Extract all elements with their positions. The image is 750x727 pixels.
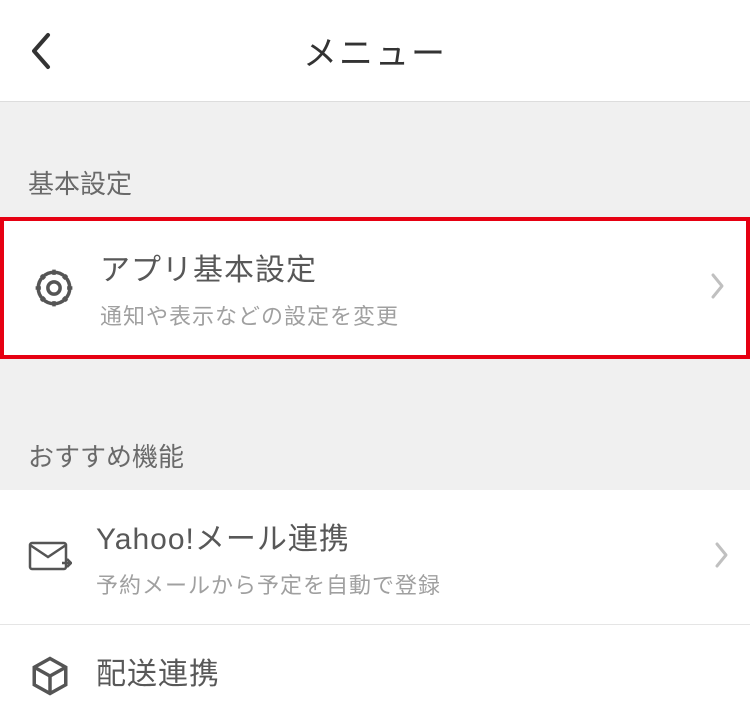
chevron-right-icon: [714, 541, 730, 574]
section-header-basic: 基本設定: [0, 102, 750, 217]
list-item-content: 配送連携: [96, 649, 730, 703]
page-title: メニュー: [0, 26, 750, 75]
package-icon: [28, 654, 72, 698]
list-item-content: アプリ基本設定 通知や表示などの設定を変更: [100, 245, 702, 331]
list-item-title: アプリ基本設定: [100, 245, 702, 289]
mail-icon: [28, 535, 72, 579]
section-header-recommended: おすすめ機能: [0, 359, 750, 490]
back-button[interactable]: [20, 31, 60, 71]
list-item-content: Yahoo!メール連携 予約メールから予定を自動で登録: [96, 514, 706, 600]
list-item-subtitle: 予約メールから予定を自動で登録: [96, 568, 706, 600]
chevron-left-icon: [28, 31, 52, 71]
gear-icon: [32, 266, 76, 310]
list-item-yahoo-mail[interactable]: Yahoo!メール連携 予約メールから予定を自動で登録: [0, 490, 750, 625]
list-item-title: Yahoo!メール連携: [96, 514, 706, 558]
list-item-subtitle: 通知や表示などの設定を変更: [100, 299, 702, 331]
list-item-app-settings[interactable]: アプリ基本設定 通知や表示などの設定を変更: [0, 217, 750, 359]
list-item-title: 配送連携: [96, 649, 730, 693]
list-item-delivery[interactable]: 配送連携: [0, 625, 750, 727]
chevron-right-icon: [710, 272, 726, 305]
header: メニュー: [0, 0, 750, 102]
